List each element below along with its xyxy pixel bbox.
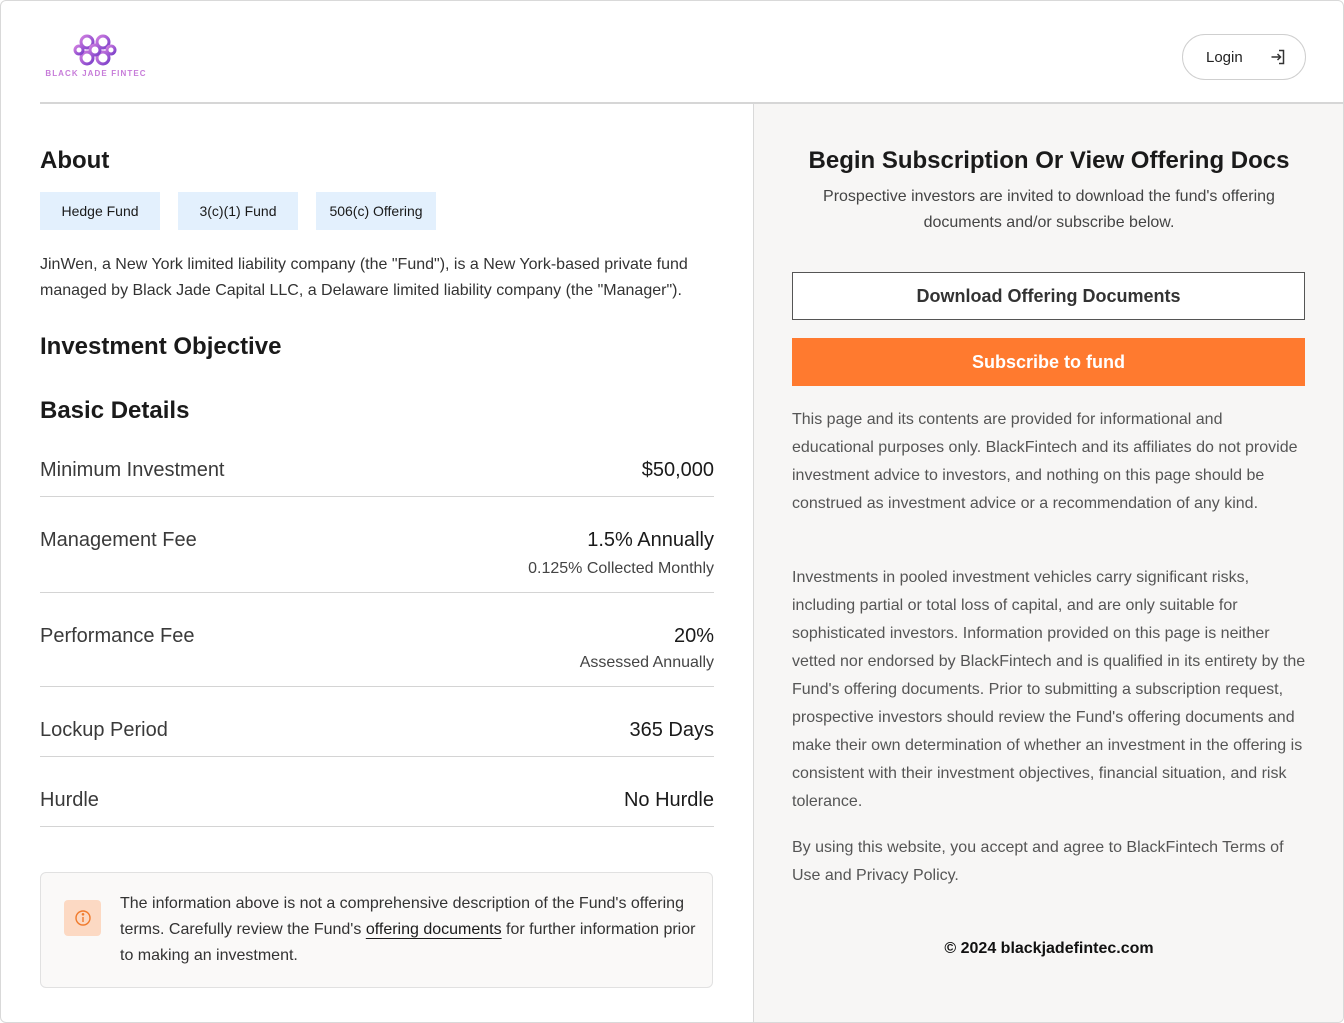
detail-label: Lockup Period xyxy=(40,719,168,741)
header: BLACK JADE FINTEC Login xyxy=(1,1,1343,104)
about-description: JinWen, a New York limited liability com… xyxy=(40,256,688,299)
detail-subvalue: 0.125% Collected Monthly xyxy=(528,560,714,577)
brand-name: BLACK JADE FINTEC xyxy=(45,69,147,78)
tag-506c-offering: 506(c) Offering xyxy=(316,192,436,230)
detail-value: No Hurdle xyxy=(623,789,714,811)
detail-label: Minimum Investment xyxy=(40,459,225,481)
disclaimer-risks: Investments in pooled investment vehicle… xyxy=(792,569,1306,810)
page-frame: BLACK JADE FINTEC Login About Hedge Fund… xyxy=(0,0,1344,1023)
investment-objective-heading: Investment Objective xyxy=(40,333,282,360)
knot-logo-icon xyxy=(73,34,117,66)
info-circle-icon xyxy=(64,900,101,936)
detail-label: Performance Fee xyxy=(40,625,195,647)
subscription-panel: Begin Subscription Or View Offering Docs… xyxy=(753,104,1343,1022)
subscribe-to-fund-button[interactable]: Subscribe to fund xyxy=(792,338,1305,386)
detail-row-minimum-investment: Minimum Investment $50,000 xyxy=(40,444,714,497)
download-offering-documents-button[interactable]: Download Offering Documents xyxy=(792,272,1305,320)
login-button[interactable]: Login xyxy=(1182,34,1306,80)
basic-details-heading: Basic Details xyxy=(40,397,190,424)
detail-row-lockup-period: Lockup Period 365 Days xyxy=(40,687,714,757)
detail-label: Hurdle xyxy=(40,789,99,811)
login-label: Login xyxy=(1206,48,1243,66)
detail-subvalue: Assessed Annually xyxy=(579,654,714,671)
detail-value: $50,000 xyxy=(641,459,714,481)
disclaimer-terms: By using this website, you accept and ag… xyxy=(792,839,1284,884)
subscription-title: Begin Subscription Or View Offering Docs xyxy=(808,147,1290,174)
detail-label: Management Fee xyxy=(40,529,197,551)
brand-logo[interactable]: BLACK JADE FINTEC xyxy=(43,33,149,83)
offering-documents-link[interactable]: offering documents xyxy=(366,921,502,938)
terms-notice: The information above is not a comprehen… xyxy=(40,872,713,988)
tag-hedge-fund: Hedge Fund xyxy=(40,192,160,230)
detail-row-hurdle: Hurdle No Hurdle xyxy=(40,757,714,827)
detail-row-performance-fee: Performance Fee 20% Assessed Annually xyxy=(40,593,714,687)
subscription-subtitle: Prospective investors are invited to dow… xyxy=(823,188,1275,231)
about-heading: About xyxy=(40,147,110,174)
detail-value: 20% xyxy=(673,625,714,647)
disclaimer-informational: This page and its contents are provided … xyxy=(792,411,1298,512)
sign-in-icon xyxy=(1271,49,1284,65)
tag-3c1-fund: 3(c)(1) Fund xyxy=(178,192,298,230)
detail-value: 1.5% Annually xyxy=(587,529,714,551)
copyright: © 2024 blackjadefintec.com xyxy=(944,940,1154,957)
detail-row-management-fee: Management Fee 1.5% Annually 0.125% Coll… xyxy=(40,497,714,593)
notice-text: The information above is not a comprehen… xyxy=(120,891,700,969)
detail-value: 365 Days xyxy=(629,719,715,741)
